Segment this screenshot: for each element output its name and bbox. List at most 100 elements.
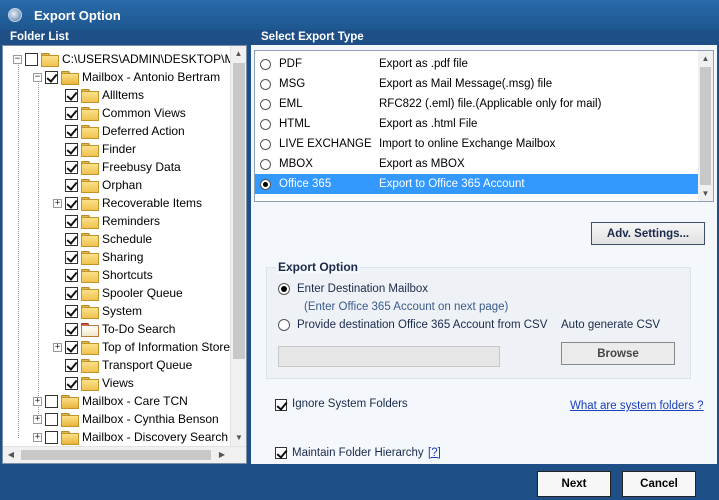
destination-mailbox-radio[interactable]: [278, 283, 290, 295]
tree-vertical-scrollbar[interactable]: ▲ ▼: [230, 46, 246, 446]
tree-mailbox[interactable]: + Mailbox - Cynthia Benson: [33, 410, 219, 428]
scroll-thumb[interactable]: [233, 63, 245, 359]
tree-item-label: Schedule: [102, 232, 153, 246]
tree-guide: [18, 58, 19, 438]
next-button[interactable]: Next: [537, 471, 611, 497]
tree-item[interactable]: Spooler Queue: [53, 284, 183, 302]
checkbox[interactable]: [45, 412, 58, 426]
tree-root[interactable]: − C:\USERS\ADMIN\DESKTOP\MA: [13, 50, 231, 68]
checkbox[interactable]: [65, 214, 78, 228]
checkbox[interactable]: [45, 430, 58, 444]
tree-mailbox-label: Mailbox - Cynthia Benson: [82, 412, 219, 426]
folder-icon: [81, 178, 99, 193]
tree-item[interactable]: Orphan: [53, 176, 142, 194]
checkbox[interactable]: [65, 106, 78, 120]
tree-item[interactable]: Schedule: [53, 230, 152, 248]
radio[interactable]: [260, 98, 271, 110]
radio[interactable]: [260, 118, 271, 130]
export-type-desc: Import to online Exchange Mailbox: [379, 138, 556, 150]
export-type-name: HTML: [279, 118, 311, 130]
tree-item[interactable]: + Top of Information Store: [53, 338, 230, 356]
checkbox[interactable]: [65, 160, 78, 174]
tree-mailbox[interactable]: + Mailbox - Discovery Search M: [33, 428, 231, 446]
tree-item[interactable]: + Recoverable Items: [53, 194, 202, 212]
expand-icon[interactable]: +: [53, 198, 62, 208]
radio[interactable]: [260, 78, 271, 90]
csv-path-input[interactable]: [278, 346, 500, 367]
checkbox[interactable]: [65, 358, 78, 372]
checkbox[interactable]: [65, 322, 78, 336]
collapse-icon[interactable]: −: [13, 54, 22, 64]
tree-item[interactable]: Finder: [53, 140, 136, 158]
tree-item[interactable]: Reminders: [53, 212, 160, 230]
scroll-down-arrow-icon[interactable]: ▼: [698, 186, 713, 201]
export-type-list[interactable]: PDF Export as .pdf file MSG Export as Ma…: [254, 50, 714, 202]
expand-icon[interactable]: +: [53, 342, 62, 352]
mailbox-icon: [61, 394, 79, 409]
tree-item[interactable]: To-Do Search: [53, 320, 175, 338]
radio[interactable]: [260, 58, 271, 70]
checkbox[interactable]: [65, 268, 78, 282]
folder-icon: [81, 124, 99, 139]
radio[interactable]: [260, 158, 271, 170]
folder-icon: [81, 304, 99, 319]
checkbox[interactable]: [65, 142, 78, 156]
checkbox[interactable]: [45, 70, 58, 84]
tree-item[interactable]: Transport Queue: [53, 356, 192, 374]
checkbox[interactable]: [25, 52, 38, 66]
export-type-msg[interactable]: MSG Export as Mail Message(.msg) file: [255, 74, 698, 94]
export-type-mbox[interactable]: MBOX Export as MBOX: [255, 154, 698, 174]
ignore-system-folders-checkbox[interactable]: [275, 399, 287, 411]
adv-settings-button[interactable]: Adv. Settings...: [591, 222, 705, 245]
folder-tree[interactable]: − C:\USERS\ADMIN\DESKTOP\MA − Mailbox - …: [2, 45, 247, 464]
export-type-live-exchange[interactable]: LIVE EXCHANGE Import to online Exchange …: [255, 134, 698, 154]
checkbox[interactable]: [65, 124, 78, 138]
maintain-hierarchy-checkbox[interactable]: [275, 447, 287, 459]
export-type-html[interactable]: HTML Export as .html File: [255, 114, 698, 134]
export-type-eml[interactable]: EML RFC822 (.eml) file.(Applicable only …: [255, 94, 698, 114]
expand-icon[interactable]: +: [33, 432, 42, 442]
scroll-thumb[interactable]: [21, 450, 211, 460]
checkbox[interactable]: [65, 88, 78, 102]
tree-item[interactable]: Sharing: [53, 248, 143, 266]
scroll-down-arrow-icon[interactable]: ▼: [231, 430, 246, 446]
checkbox[interactable]: [65, 340, 78, 354]
help-link[interactable]: [?]: [428, 447, 441, 459]
checkbox[interactable]: [65, 178, 78, 192]
tree-item[interactable]: System: [53, 302, 142, 320]
tree-item[interactable]: Common Views: [53, 104, 186, 122]
scroll-thumb[interactable]: [700, 67, 711, 185]
cancel-button[interactable]: Cancel: [622, 471, 696, 497]
tree-horizontal-scrollbar[interactable]: ◀ ▶: [3, 446, 246, 463]
collapse-icon[interactable]: −: [33, 72, 42, 82]
checkbox[interactable]: [65, 250, 78, 264]
scroll-left-arrow-icon[interactable]: ◀: [3, 447, 19, 463]
radio-selected[interactable]: [260, 178, 271, 190]
radio[interactable]: [260, 138, 271, 150]
system-folders-link[interactable]: What are system folders ?: [570, 400, 704, 412]
checkbox[interactable]: [65, 286, 78, 300]
checkbox[interactable]: [65, 196, 78, 210]
export-type-pdf[interactable]: PDF Export as .pdf file: [255, 54, 698, 74]
browse-button[interactable]: Browse: [561, 342, 675, 365]
checkbox[interactable]: [65, 376, 78, 390]
tree-mailbox[interactable]: + Mailbox - Care TCN: [33, 392, 188, 410]
export-type-office365[interactable]: Office 365 Export to Office 365 Account: [255, 174, 698, 194]
export-type-scrollbar[interactable]: ▲ ▼: [698, 51, 713, 201]
scroll-up-arrow-icon[interactable]: ▲: [231, 46, 246, 62]
tree-item[interactable]: Freebusy Data: [53, 158, 181, 176]
folder-icon: [81, 358, 99, 373]
tree-item[interactable]: Allltems: [53, 86, 144, 104]
expand-icon[interactable]: +: [33, 414, 42, 424]
checkbox[interactable]: [45, 394, 58, 408]
expand-icon[interactable]: +: [33, 396, 42, 406]
scroll-right-arrow-icon[interactable]: ▶: [214, 447, 230, 463]
csv-account-radio[interactable]: [278, 319, 290, 331]
tree-mailbox[interactable]: − Mailbox - Antonio Bertram: [33, 68, 220, 86]
tree-item[interactable]: Deferred Action: [53, 122, 185, 140]
checkbox[interactable]: [65, 232, 78, 246]
tree-item[interactable]: Shortcuts: [53, 266, 153, 284]
checkbox[interactable]: [65, 304, 78, 318]
tree-item[interactable]: Views: [53, 374, 134, 392]
scroll-up-arrow-icon[interactable]: ▲: [698, 51, 713, 66]
